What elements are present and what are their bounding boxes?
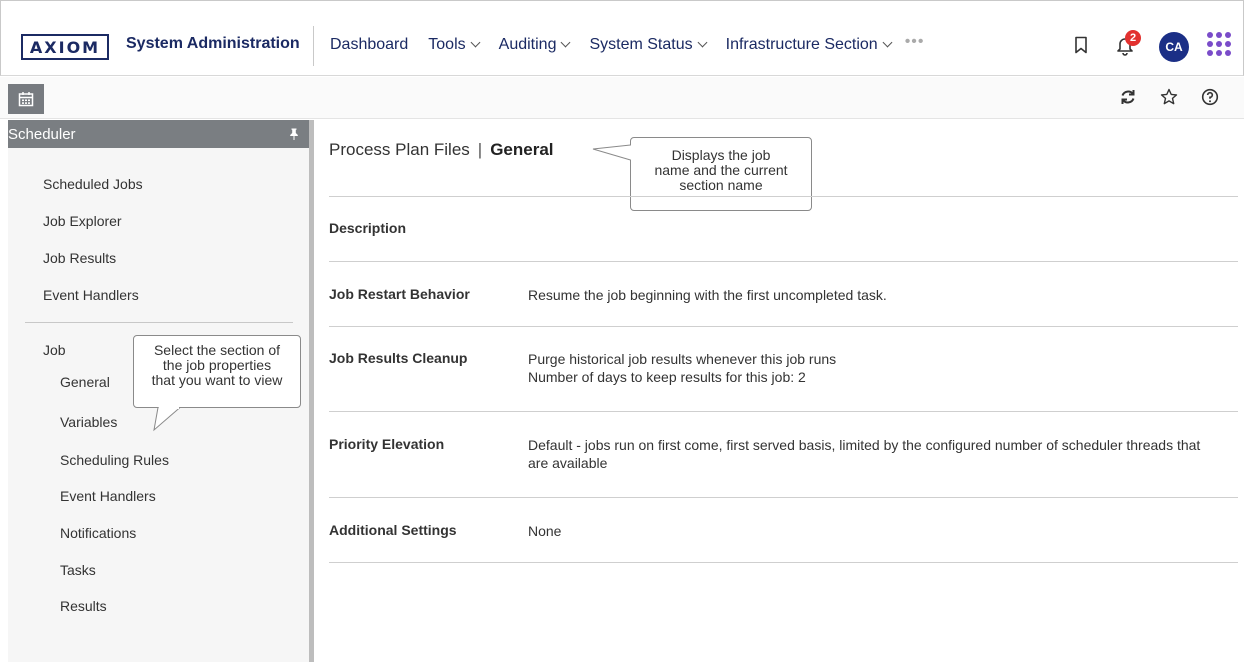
chevron-down-icon bbox=[561, 37, 571, 47]
chevron-down-icon bbox=[882, 37, 893, 47]
app-title[interactable]: System Administration bbox=[126, 35, 300, 53]
sidebar-callout-tail bbox=[153, 407, 181, 432]
help-icon[interactable] bbox=[1201, 88, 1219, 106]
job-results-cleanup-value: Purge historical job results whenever th… bbox=[528, 351, 837, 385]
divider bbox=[329, 411, 1238, 412]
sidebar-item-job-explorer[interactable]: Job Explorer bbox=[43, 213, 122, 229]
divider bbox=[329, 497, 1238, 498]
sidebar-callout: Select the section of the job properties… bbox=[133, 335, 301, 408]
description-label: Description bbox=[329, 220, 407, 236]
sidebar-item-notifications[interactable]: Notifications bbox=[60, 525, 136, 541]
priority-elevation-value: Default - jobs run on first come, first … bbox=[528, 437, 1201, 471]
sidebar-divider bbox=[25, 322, 293, 323]
nav-infrastructure-section[interactable]: Infrastructure Section bbox=[726, 36, 893, 54]
divider bbox=[329, 261, 1238, 262]
nav-system-status[interactable]: System Status bbox=[589, 36, 708, 54]
page-title: Process Plan Files | General bbox=[329, 140, 554, 160]
sidebar-item-variables[interactable]: Variables bbox=[60, 414, 117, 430]
page-toolbar bbox=[0, 77, 1244, 119]
title-separator: | bbox=[477, 140, 483, 159]
bookmark-icon[interactable] bbox=[1074, 36, 1088, 54]
pin-icon[interactable] bbox=[289, 128, 299, 140]
job-restart-behavior-value: Resume the job beginning with the first … bbox=[528, 287, 887, 303]
chevron-down-icon bbox=[470, 37, 481, 47]
user-avatar[interactable]: CA bbox=[1159, 32, 1189, 62]
section-name: General bbox=[490, 140, 554, 159]
additional-settings-label: Additional Settings bbox=[329, 522, 457, 538]
title-callout-tail bbox=[592, 144, 632, 161]
job-results-cleanup-label: Job Results Cleanup bbox=[329, 350, 468, 366]
additional-settings-value: None bbox=[528, 523, 562, 539]
logo-text: AXIOM bbox=[29, 37, 101, 57]
sidebar-item-results[interactable]: Results bbox=[60, 598, 107, 614]
sidebar-title: Scheduler bbox=[8, 126, 76, 143]
calendar-icon bbox=[18, 92, 34, 107]
app-launcher-icon[interactable] bbox=[1207, 32, 1231, 56]
divider bbox=[329, 196, 1238, 197]
nav-auditing[interactable]: Auditing bbox=[499, 36, 571, 54]
job-name: Process Plan Files bbox=[329, 140, 470, 159]
more-menu-icon[interactable]: ••• bbox=[905, 33, 925, 51]
top-nav-bar: AXIOM System Administration Dashboard To… bbox=[0, 0, 1244, 76]
main-nav: Dashboard Tools Auditing System Status I… bbox=[330, 33, 925, 54]
calendar-button[interactable] bbox=[8, 84, 44, 114]
sidebar-header: Scheduler bbox=[8, 120, 309, 148]
sidebar-item-general[interactable]: General bbox=[60, 374, 110, 390]
sidebar-item-job-event-handlers[interactable]: Event Handlers bbox=[60, 488, 156, 504]
star-icon[interactable] bbox=[1160, 88, 1178, 106]
nav-tools[interactable]: Tools bbox=[428, 36, 481, 54]
sidebar-item-scheduling-rules[interactable]: Scheduling Rules bbox=[60, 452, 169, 468]
nav-dashboard[interactable]: Dashboard bbox=[330, 36, 408, 54]
sidebar-item-scheduled-jobs[interactable]: Scheduled Jobs bbox=[43, 176, 143, 192]
refresh-icon[interactable] bbox=[1119, 88, 1137, 106]
sidebar-group-job[interactable]: Job bbox=[43, 342, 66, 358]
sidebar-item-tasks[interactable]: Tasks bbox=[60, 562, 96, 578]
nav-divider bbox=[313, 26, 314, 66]
divider bbox=[329, 326, 1238, 327]
sidebar-item-job-results[interactable]: Job Results bbox=[43, 250, 116, 266]
notification-badge: 2 bbox=[1125, 30, 1141, 46]
job-restart-behavior-label: Job Restart Behavior bbox=[329, 286, 470, 302]
title-callout: Displays the job name and the current se… bbox=[630, 137, 812, 211]
priority-elevation-label: Priority Elevation bbox=[329, 436, 445, 452]
axiom-logo[interactable]: AXIOM bbox=[21, 34, 109, 60]
chevron-down-icon bbox=[697, 37, 708, 47]
sidebar-item-event-handlers[interactable]: Event Handlers bbox=[43, 287, 139, 303]
divider bbox=[329, 562, 1238, 563]
